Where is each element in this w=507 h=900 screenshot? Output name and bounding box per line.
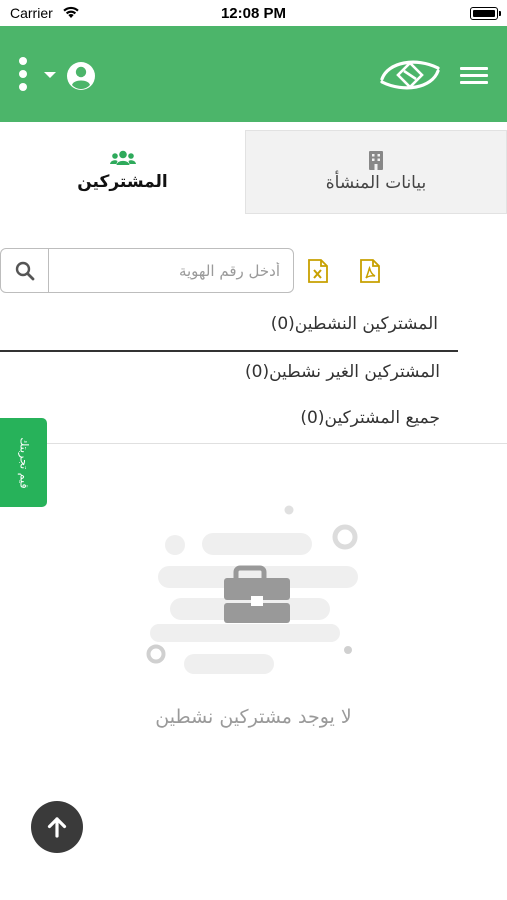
tab-subscribers-label: المشتركين xyxy=(77,172,168,192)
tab-establishment-data[interactable]: بيانات المنشأة xyxy=(245,130,507,214)
excel-export-icon[interactable] xyxy=(308,259,328,283)
filter-active-subscribers[interactable]: المشتركين النشطين(0) xyxy=(0,314,458,352)
hamburger-menu-icon[interactable] xyxy=(460,67,488,85)
rate-experience-tab[interactable]: قيم تجربتك xyxy=(0,418,47,507)
users-icon xyxy=(109,150,136,165)
search-button[interactable] xyxy=(1,249,49,292)
clock: 12:08 PM xyxy=(220,5,287,22)
tab-establishment-label: بيانات المنشأة xyxy=(325,173,427,193)
divider xyxy=(0,443,507,444)
empty-state-message: لا يوجد مشتركين نشطين xyxy=(155,706,352,728)
building-icon xyxy=(369,151,383,170)
chevron-down-icon[interactable] xyxy=(44,72,56,78)
user-avatar-icon[interactable] xyxy=(66,61,96,91)
arrow-up-icon xyxy=(47,817,67,838)
filter-inactive-subscribers[interactable]: المشتركين الغير نشطين(0) xyxy=(0,362,460,392)
battery-icon xyxy=(470,7,501,20)
pdf-export-icon[interactable] xyxy=(360,259,380,283)
tab-bar: المشتركين بيانات المنشأة xyxy=(0,130,507,260)
filter-all-subscribers[interactable]: جميع المشتركين(0) xyxy=(0,408,460,438)
search-icon xyxy=(15,261,35,281)
scroll-to-top-button[interactable] xyxy=(31,801,83,853)
id-number-input[interactable] xyxy=(50,249,292,292)
tab-subscribers[interactable]: المشتركين xyxy=(0,130,245,214)
id-search-box xyxy=(0,248,294,293)
app-header xyxy=(0,26,507,122)
brand-logo[interactable] xyxy=(376,54,444,96)
status-bar: Carrier 12:08 PM xyxy=(0,0,507,26)
more-vertical-icon[interactable] xyxy=(18,57,28,93)
rate-experience-label: قيم تجربتك xyxy=(17,436,30,489)
empty-state-illustration xyxy=(146,505,358,674)
